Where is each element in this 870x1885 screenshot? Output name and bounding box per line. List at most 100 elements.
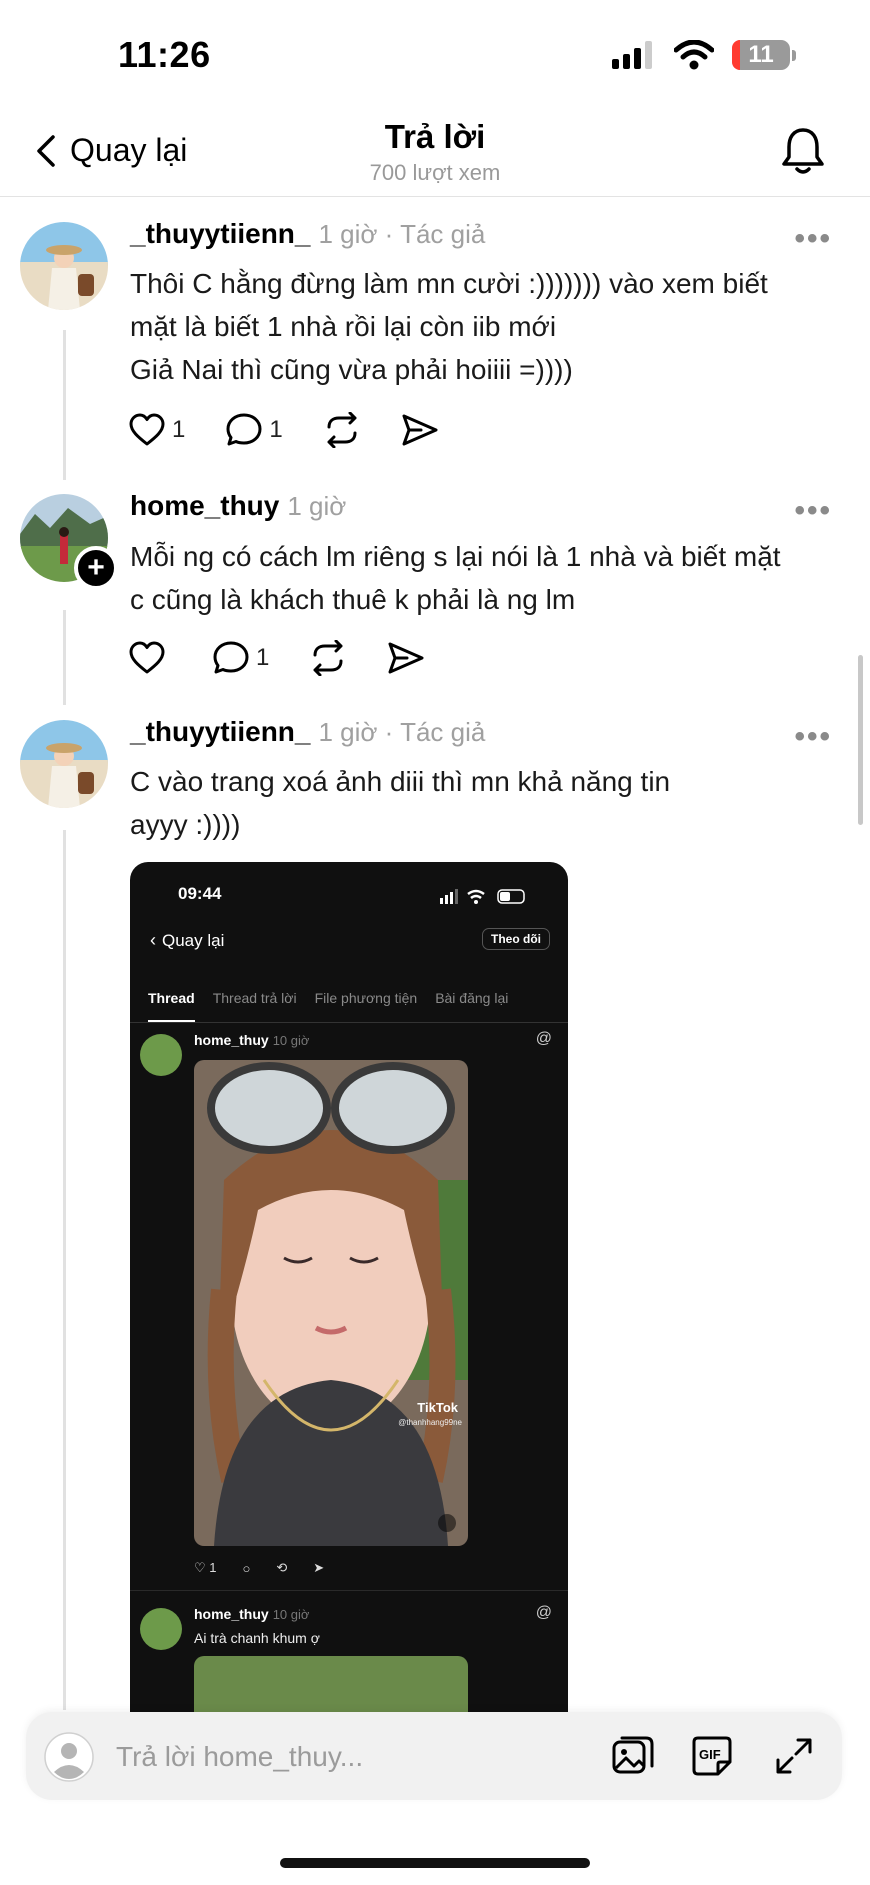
notification-button[interactable]	[780, 126, 826, 181]
post-username[interactable]: _thuyytiienn_	[130, 716, 310, 748]
bell-icon	[782, 128, 824, 174]
status-icons: 11	[612, 40, 796, 70]
post-username[interactable]: _thuyytiienn_	[130, 218, 310, 250]
post-meta: 1 giờ · Tác giả	[318, 717, 486, 747]
reply-composer[interactable]: Trả lời home_thuy... GIF	[26, 1712, 842, 1800]
screenshot-post-head: home_thuy 10 giờ	[194, 1032, 309, 1050]
post-content: home_thuy 1 giờ	[130, 490, 830, 522]
post-body: C vào trang xoá ảnh diii thì mn khả năng…	[130, 760, 850, 846]
plus-icon: +	[87, 551, 105, 584]
reply-count: 1	[269, 416, 283, 443]
mute-icon	[438, 1514, 456, 1532]
attached-screenshot[interactable]: 09:44 ‹ Quay lại Theo dõi Thread Thread …	[130, 862, 568, 1722]
share-icon	[388, 642, 424, 674]
screenshot-post-text: Ai trà chanh khum ợ	[194, 1630, 320, 1646]
more-icon: •••	[794, 720, 832, 753]
expand-composer-button[interactable]	[774, 1736, 814, 1781]
post-line: Mỗi ng có cách lm riêng s lại nói là 1 n…	[130, 541, 781, 572]
repost-button[interactable]	[323, 412, 361, 448]
screenshot-tab: Bài đăng lại	[435, 990, 509, 1006]
more-options-button[interactable]: •••	[794, 720, 832, 754]
user-avatar-icon	[44, 1732, 94, 1782]
post-meta: 1 giờ	[287, 491, 347, 521]
avatar[interactable]	[20, 720, 108, 808]
page-title: Trả lời	[384, 118, 486, 155]
comment-button[interactable]: 1	[225, 412, 283, 448]
more-options-button[interactable]: •••	[794, 494, 832, 528]
post-line: C vào trang xoá ảnh diii thì mn khả năng…	[130, 766, 671, 797]
comment-button[interactable]: 1	[212, 640, 269, 676]
signal-icon	[612, 41, 652, 69]
more-options-button[interactable]: •••	[794, 222, 832, 256]
screenshot-like-count: 1	[209, 1560, 217, 1575]
screenshot-post-head: home_thuy 10 giờ	[194, 1606, 309, 1624]
avatar[interactable]	[20, 222, 108, 310]
screenshot-username: home_thuy	[194, 1606, 269, 1622]
comment-icon: ○	[242, 1560, 251, 1576]
header-divider	[0, 196, 870, 197]
screenshot-tab: Thread	[148, 984, 195, 1022]
screenshot-follow-button: Theo dõi	[482, 928, 550, 950]
wifi-icon	[674, 40, 714, 70]
comment-icon	[226, 413, 262, 446]
battery-indicator: 11	[732, 40, 790, 70]
post-actions: 1 1	[128, 412, 479, 448]
heart-icon	[129, 641, 165, 674]
screenshot-back-label: Quay lại	[162, 930, 225, 950]
screenshot-meta: 10 giờ	[272, 1607, 310, 1622]
like-button[interactable]: 1	[128, 413, 185, 447]
heart-icon	[129, 413, 165, 446]
thread-line	[63, 610, 66, 705]
repost-icon: ⟲	[276, 1560, 288, 1575]
post-body: Mỗi ng có cách lm riêng s lại nói là 1 n…	[130, 535, 850, 621]
post-line: Thôi C hằng đừng làm mn cười :))))))) và…	[130, 268, 768, 299]
battery-level: 11	[748, 41, 774, 68]
post-line: ayyy :))))	[130, 809, 241, 840]
screenshot-meta: 10 giờ	[272, 1033, 310, 1048]
screenshot-time: 09:44	[178, 884, 222, 903]
home-indicator[interactable]	[280, 1858, 590, 1868]
threads-icon: @	[535, 1604, 552, 1621]
screenshot-actions: ♡ 1 ○ ⟲ ➤	[194, 1560, 324, 1576]
screenshot-photo: TikTok @thanhhang99ne	[194, 1060, 468, 1546]
share-icon	[402, 414, 438, 446]
repost-button[interactable]	[309, 640, 347, 676]
screenshot-avatar	[140, 1034, 182, 1076]
scrollbar[interactable]	[858, 655, 863, 825]
post-body: Thôi C hằng đừng làm mn cười :))))))) và…	[130, 262, 850, 391]
repost-icon	[327, 412, 357, 448]
gallery-icon	[612, 1736, 654, 1774]
screenshot-tab: File phương tiện	[314, 990, 418, 1006]
share-icon: ➤	[313, 1560, 325, 1575]
share-button[interactable]	[387, 641, 425, 675]
screenshot-back: ‹ Quay lại	[150, 930, 224, 951]
reply-input[interactable]: Trả lời home_thuy...	[116, 1741, 363, 1773]
tiktok-handle: @thanhhang99ne	[398, 1418, 462, 1427]
attach-media-button[interactable]	[612, 1734, 656, 1783]
thread-line	[63, 330, 66, 480]
status-time: 11:26	[118, 34, 211, 75]
screenshot-status-icons	[440, 889, 525, 904]
post-content: _thuyytiienn_ 1 giờ · Tác giả	[130, 716, 830, 748]
screenshot-tab: Thread trả lời	[212, 990, 297, 1006]
share-button[interactable]	[401, 413, 439, 447]
screenshot-avatar	[140, 1608, 182, 1650]
gif-icon: GIF	[692, 1736, 732, 1776]
svg-text:GIF: GIF	[699, 1747, 721, 1762]
more-icon: •••	[794, 494, 832, 527]
gif-button[interactable]: GIF	[690, 1734, 734, 1783]
more-icon: •••	[794, 222, 832, 255]
post-meta: 1 giờ · Tác giả	[318, 219, 486, 249]
tiktok-watermark: TikTok	[417, 1400, 458, 1415]
like-count: 1	[172, 416, 186, 443]
post-line: c cũng là khách thuê k phải là ng lm	[130, 584, 576, 615]
post-line: mặt là biết 1 nhà rồi lại còn iib mới	[130, 311, 557, 342]
like-button[interactable]	[128, 641, 172, 675]
chevron-left-icon: ‹	[150, 930, 156, 950]
follow-button[interactable]: +	[74, 546, 118, 590]
reply-count: 1	[256, 644, 270, 671]
screenshot-tabs: Thread Thread trả lời File phương tiện B…	[130, 984, 568, 1023]
comment-icon	[213, 641, 249, 674]
post-username[interactable]: home_thuy	[130, 490, 279, 522]
post-line: Giả Nai thì cũng vừa phải hoiiii =))))	[130, 354, 573, 385]
